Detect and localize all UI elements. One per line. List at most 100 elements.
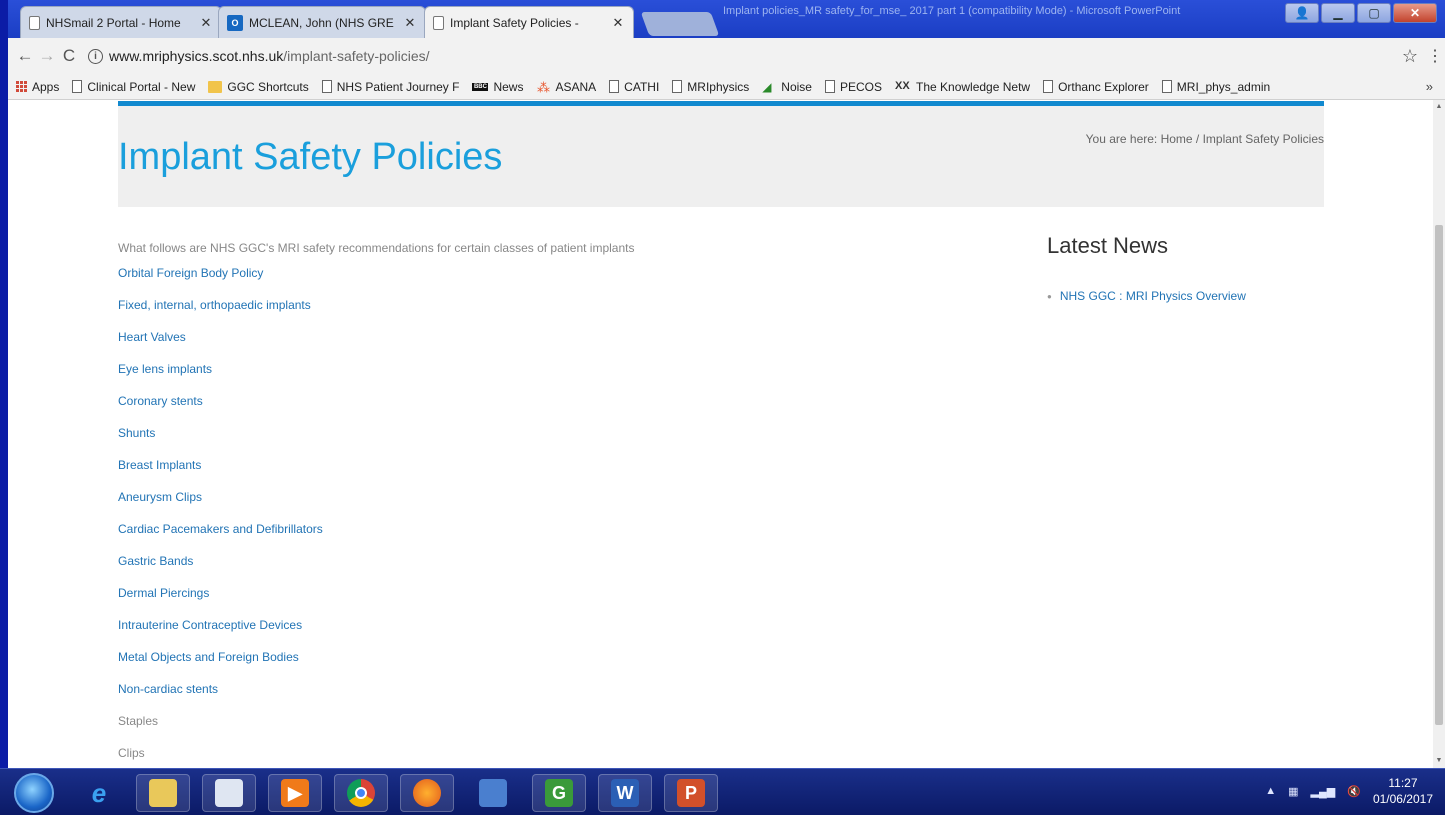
remote-desktop-icon[interactable] (466, 774, 520, 812)
list-item: Eye lens implants (118, 362, 323, 394)
url-host: www.mriphysics.scot.nhs.uk (109, 48, 284, 64)
bookmark-noise[interactable]: ◢ Noise (762, 80, 812, 94)
news-link-mri-physics-overview[interactable]: NHS GGC : MRI Physics Overview (1060, 289, 1246, 303)
policy-link-heart-valves[interactable]: Heart Valves (118, 330, 186, 344)
policy-link-metal-objects[interactable]: Metal Objects and Foreign Bodies (118, 650, 299, 664)
bookmark-cathi[interactable]: CATHI (609, 80, 659, 94)
network-icon[interactable]: ▦ (1288, 785, 1298, 798)
bookmark-mriphysics[interactable]: MRIphysics (672, 80, 749, 94)
reload-button[interactable]: C (58, 46, 80, 66)
list-item: Clips (118, 746, 323, 768)
outlook-icon: O (227, 14, 243, 31)
policy-list: Orbital Foreign Body Policy Fixed, inter… (118, 266, 323, 768)
policy-link-orbital-foreign-body[interactable]: Orbital Foreign Body Policy (118, 266, 263, 280)
policy-link-shunts[interactable]: Shunts (118, 426, 155, 440)
scroll-up-arrow-icon[interactable]: ▲ (1433, 100, 1445, 114)
more-bookmarks-button[interactable]: » (1426, 79, 1433, 94)
list-item: Metal Objects and Foreign Bodies (118, 650, 323, 682)
profile-button[interactable]: 👤 (1285, 3, 1319, 23)
folder-icon (208, 80, 223, 93)
chrome-icon[interactable] (334, 774, 388, 812)
bullet-icon: ● (1047, 291, 1052, 301)
signal-icon[interactable]: ▂▄▆ (1311, 785, 1336, 798)
bookmark-clinical-portal[interactable]: Clinical Portal - New (72, 80, 195, 94)
policy-item-clips: Clips (118, 746, 145, 760)
page-icon (433, 15, 444, 30)
policy-link-non-cardiac-stents[interactable]: Non-cardiac stents (118, 682, 218, 696)
bookmark-asana[interactable]: ⁂ ASANA (536, 79, 596, 95)
policy-link-eye-lens-implants[interactable]: Eye lens implants (118, 362, 212, 376)
bookmark-news[interactable]: BBC News (472, 80, 523, 94)
tab-outlook[interactable]: O MCLEAN, John (NHS GRE ✕ (218, 6, 426, 38)
list-item: Staples (118, 714, 323, 746)
bookmark-label: Noise (781, 79, 812, 94)
close-icon[interactable]: ✕ (403, 15, 417, 31)
system-tray: ▲ ▦ ▂▄▆ 🔇 11:27 01/06/2017 (1265, 775, 1433, 807)
tab-implant-safety[interactable]: Implant Safety Policies - ✕ (424, 6, 634, 38)
maximize-button[interactable]: ▢ (1357, 3, 1391, 23)
policy-item-staples: Staples (118, 714, 159, 728)
bookmark-apps[interactable]: Apps (16, 80, 59, 94)
knowledge-network-icon: XX (895, 79, 910, 92)
new-tab-button[interactable] (640, 12, 720, 36)
bookmark-label: The Knowledge Netw (916, 79, 1031, 94)
asana-icon: ⁂ (536, 79, 550, 95)
policy-link-gastric-bands[interactable]: Gastric Bands (118, 554, 193, 568)
bookmark-label: Apps (32, 79, 60, 94)
bookmark-pecos[interactable]: PECOS (824, 80, 882, 94)
page-icon (321, 80, 332, 93)
bookmark-ggc-shortcuts[interactable]: GGC Shortcuts (208, 80, 309, 94)
url-path: /implant-safety-policies/ (283, 48, 430, 64)
bookmark-label: News (493, 79, 524, 94)
bookmark-star-icon[interactable]: ☆ (1395, 46, 1425, 67)
file-explorer-icon[interactable] (136, 774, 190, 812)
policy-link-aneurysm-clips[interactable]: Aneurysm Clips (118, 490, 202, 504)
info-icon[interactable]: i (88, 48, 103, 64)
bookmark-orthanc-explorer[interactable]: Orthanc Explorer (1043, 80, 1149, 94)
close-icon[interactable]: ✕ (611, 15, 625, 31)
close-icon[interactable]: ✕ (199, 15, 213, 31)
clock[interactable]: 11:27 01/06/2017 (1373, 775, 1433, 807)
start-button[interactable] (14, 773, 54, 813)
list-item: ● NHS GGC : MRI Physics Overview (1047, 289, 1246, 303)
page-icon (672, 80, 683, 93)
notepad-icon[interactable] (202, 774, 256, 812)
policy-link-pacemakers[interactable]: Cardiac Pacemakers and Defibrillators (118, 522, 323, 536)
media-player-icon[interactable]: ▶ (268, 774, 322, 812)
word-icon[interactable]: W (598, 774, 652, 812)
policy-link-dermal-piercings[interactable]: Dermal Piercings (118, 586, 209, 600)
address-bar[interactable]: i www.mriphysics.scot.nhs.uk/implant-saf… (88, 43, 1395, 69)
policy-link-coronary-stents[interactable]: Coronary stents (118, 394, 203, 408)
bbc-icon: BBC (472, 82, 489, 91)
page-scrollbar[interactable]: ▲ ▼ (1433, 100, 1445, 768)
policy-link-iucd[interactable]: Intrauterine Contraceptive Devices (118, 618, 302, 632)
list-item: Coronary stents (118, 394, 323, 426)
firefox-icon[interactable] (400, 774, 454, 812)
scroll-down-arrow-icon[interactable]: ▼ (1433, 754, 1445, 768)
bookmark-mri-phys-admin[interactable]: MRI_phys_admin (1161, 80, 1270, 94)
minimize-button[interactable]: ▁ (1321, 3, 1355, 23)
forward-button[interactable]: → (36, 46, 58, 66)
policy-link-breast-implants[interactable]: Breast Implants (118, 458, 201, 472)
tab-title: Implant Safety Policies - (450, 15, 579, 30)
sidebar: Latest News ● NHS GGC : MRI Physics Over… (1047, 233, 1246, 303)
page-icon (29, 15, 40, 30)
clock-date: 01/06/2017 (1372, 792, 1433, 806)
tab-title: MCLEAN, John (NHS GRE (249, 15, 394, 30)
show-hidden-icons-icon[interactable]: ▲ (1265, 785, 1276, 797)
page-icon (1043, 80, 1054, 93)
bookmark-knowledge-network[interactable]: XX The Knowledge Netw (895, 80, 1030, 94)
scroll-thumb[interactable] (1435, 225, 1443, 725)
back-button[interactable]: ← (14, 46, 36, 66)
policy-link-orthopaedic-implants[interactable]: Fixed, internal, orthopaedic implants (118, 298, 311, 312)
list-item: Cardiac Pacemakers and Defibrillators (118, 522, 323, 554)
internet-explorer-icon[interactable]: e (72, 774, 126, 812)
menu-icon[interactable]: ⋮ (1425, 46, 1445, 66)
taskbar: e ▶ G W P ▲ ▦ ▂▄▆ 🔇 11:27 01/06/2017 (0, 768, 1445, 815)
powerpoint-icon[interactable]: P (664, 774, 718, 812)
g-app-icon[interactable]: G (532, 774, 586, 812)
bookmark-nhs-patient-journey[interactable]: NHS Patient Journey F (321, 80, 459, 94)
tab-nhsmail[interactable]: NHSmail 2 Portal - Home ✕ (20, 6, 222, 38)
close-window-button[interactable]: ✕ (1393, 3, 1437, 23)
volume-muted-icon[interactable]: 🔇 (1347, 785, 1361, 798)
